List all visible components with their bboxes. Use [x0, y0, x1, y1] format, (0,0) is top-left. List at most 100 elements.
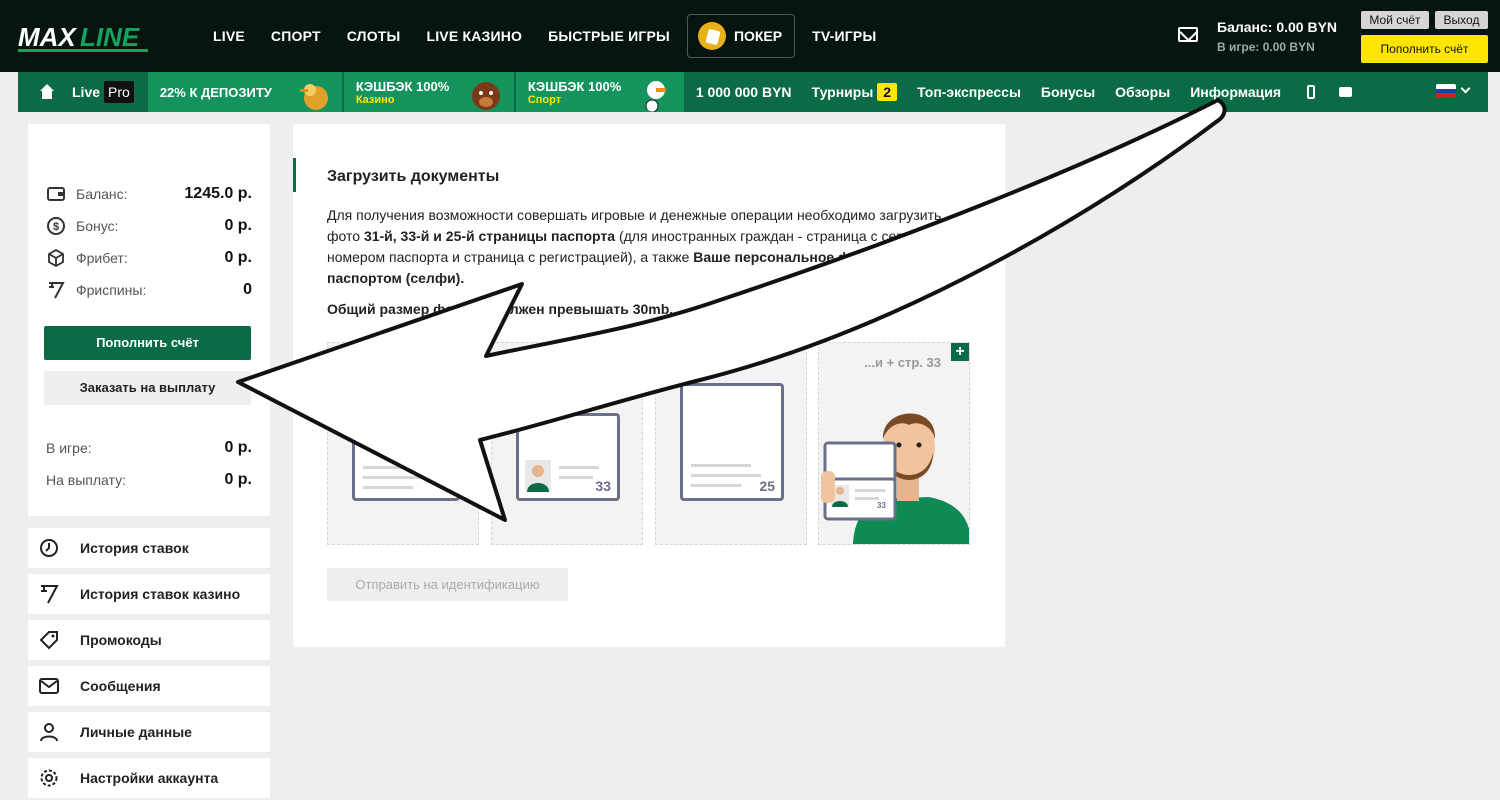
passport-page-illustration: 33	[516, 413, 620, 501]
payout-label: На выплату:	[46, 472, 126, 488]
promo-cashback-sport[interactable]: КЭШБЭК 100% Спорт	[515, 72, 684, 112]
nav-live[interactable]: LIVE	[200, 28, 258, 44]
main-nav: LIVE СПОРТ СЛОТЫ LIVE КАЗИНО БЫСТРЫЕ ИГР…	[200, 14, 889, 58]
header-in-game: В игре: 0.00 BYN	[1217, 40, 1315, 54]
menu-messages[interactable]: Сообщения	[28, 666, 270, 706]
home-icon[interactable]	[38, 84, 56, 100]
bonus-value: 0 р.	[224, 217, 252, 234]
poker-icon	[697, 22, 726, 50]
svg-text:$: $	[53, 221, 59, 233]
seven-icon	[38, 583, 60, 605]
promo-deposit[interactable]: 22% К ДЕПОЗИТУ	[147, 72, 342, 112]
freespins-value: 0	[243, 281, 252, 298]
upload-slot-page-33[interactable]: + 33	[491, 342, 643, 545]
info-link[interactable]: Информация	[1180, 84, 1291, 100]
menu-label: История ставок казино	[80, 586, 241, 602]
page-number: 33	[595, 478, 611, 494]
dollar-coin-icon: $	[46, 216, 66, 236]
topup-button[interactable]: Пополнить счёт	[44, 326, 251, 360]
add-photo-button[interactable]: +	[951, 343, 969, 361]
header-topup-button[interactable]: Пополнить счёт	[1361, 35, 1488, 63]
menu-casino-history[interactable]: История ставок казино	[28, 574, 270, 614]
seven-icon	[46, 280, 66, 300]
menu-bet-history[interactable]: История ставок	[28, 528, 270, 568]
cube-icon	[46, 248, 66, 268]
title-accent	[293, 158, 296, 192]
tournaments-link[interactable]: Турниры 2	[802, 83, 908, 101]
upload-slot-page-31[interactable]	[327, 342, 479, 545]
page-title: Загрузить документы	[327, 168, 500, 185]
balance-label: Баланс:	[76, 186, 128, 202]
selfie-illustration	[821, 413, 969, 544]
passport-page-illustration	[352, 413, 460, 501]
menu-label: Личные данные	[80, 724, 192, 740]
freebet-label: Фрибет:	[76, 250, 128, 266]
menu-label: Промокоды	[80, 632, 162, 648]
russian-flag-icon[interactable]	[1436, 84, 1456, 98]
user-icon	[38, 721, 60, 743]
in-game-row: В игре: 0 р.	[46, 437, 252, 459]
page-number: 25	[759, 478, 775, 494]
live-pro-link[interactable]: Live	[72, 84, 100, 100]
upload-slot-selfie[interactable]: + ...и + стр. 33 33	[818, 342, 970, 545]
bonuses-link[interactable]: Бонусы	[1031, 84, 1105, 100]
top-express-link[interactable]: Топ-экспрессы	[907, 84, 1031, 100]
freebet-value: 0 р.	[224, 249, 252, 266]
size-note: Общий размер фото не должен превышать 30…	[327, 301, 674, 317]
balance-row: Баланс: 1245.0 р.	[46, 183, 252, 205]
add-photo-button[interactable]: +	[624, 343, 642, 361]
upload-documents-card: Загрузить документы Для получения возмож…	[293, 124, 1005, 647]
page-number: 33	[877, 501, 886, 510]
upload-instructions: Для получения возможности совершать игро…	[327, 205, 947, 289]
svg-text:MAX: MAX	[18, 22, 77, 52]
jackpot-link[interactable]: 1 000 000 BYN	[686, 84, 802, 100]
withdraw-button[interactable]: Заказать на выплату	[44, 371, 251, 405]
dog-icon	[471, 82, 500, 110]
balance-card: Баланс: 1245.0 р. $ Бонус: 0 р. Фрибет: …	[28, 124, 270, 516]
tournaments-label: Турниры	[811, 84, 874, 100]
svg-text:LINE: LINE	[80, 22, 140, 52]
chevron-down-icon[interactable]	[1460, 83, 1471, 94]
nav-poker[interactable]: ПОКЕР	[686, 14, 796, 58]
ostrich-icon	[299, 84, 328, 110]
top-header: MAX LINE LIVE СПОРТ СЛОТЫ LIVE КАЗИНО БЫ…	[0, 0, 1500, 72]
nav-fast-games[interactable]: БЫСТРЫЕ ИГРЫ	[535, 28, 683, 44]
slot-caption: ...и + стр. 33	[864, 355, 941, 370]
nav-sport[interactable]: СПОРТ	[258, 28, 334, 44]
passport-page-illustration: 25	[680, 383, 784, 501]
maxline-logo[interactable]: MAX LINE	[18, 20, 158, 54]
nav-poker-label: ПОКЕР	[733, 28, 783, 44]
instructions-bold: 31-й, 33-й и 25-й страницы паспорта	[363, 228, 616, 244]
menu-label: Настройки аккаунта	[80, 770, 219, 786]
logout-button[interactable]: Выход	[1435, 11, 1488, 29]
mobile-app-icon[interactable]	[1307, 85, 1316, 99]
chat-icon[interactable]	[1339, 87, 1353, 97]
my-account-button[interactable]: Мой счёт	[1361, 11, 1429, 29]
menu-personal-data[interactable]: Личные данные	[28, 712, 270, 752]
menu-promocodes[interactable]: Промокоды	[28, 620, 270, 660]
header-balance: Баланс: 0.00 BYN	[1217, 19, 1338, 35]
goose-icon	[645, 81, 666, 112]
nav-slots[interactable]: СЛОТЫ	[334, 28, 414, 44]
balance-value: 1245.0 р.	[184, 185, 252, 202]
freebet-row: Фрибет: 0 р.	[46, 247, 252, 269]
bonus-label: Бонус:	[76, 218, 119, 234]
nav-live-casino[interactable]: LIVE КАЗИНО	[413, 28, 535, 44]
tag-icon	[38, 629, 60, 651]
nav-tv-games[interactable]: TV-ИГРЫ	[799, 28, 889, 44]
freespins-row: Фриспины: 0	[46, 279, 252, 301]
menu-account-settings[interactable]: Настройки аккаунта	[28, 758, 270, 798]
send-for-identification-button[interactable]: Отправить на идентификацию	[327, 568, 568, 601]
payout-row: На выплату: 0 р.	[46, 469, 252, 491]
pro-badge[interactable]: Pro	[104, 81, 134, 103]
promo-cashback-casino[interactable]: КЭШБЭК 100% Казино	[343, 72, 514, 112]
photo-avatar-icon	[525, 460, 551, 492]
upload-slot-page-25[interactable]: 25	[655, 342, 807, 545]
menu-label: Сообщения	[80, 678, 161, 694]
payout-value: 0 р.	[224, 471, 252, 488]
mail-icon[interactable]	[1178, 27, 1198, 42]
secondary-nav: Live Pro 22% К ДЕПОЗИТУ КЭШБЭК 100% Кази…	[18, 72, 1488, 112]
reviews-link[interactable]: Обзоры	[1105, 84, 1180, 100]
in-game-label: В игре:	[46, 440, 92, 456]
wallet-icon	[46, 184, 66, 204]
